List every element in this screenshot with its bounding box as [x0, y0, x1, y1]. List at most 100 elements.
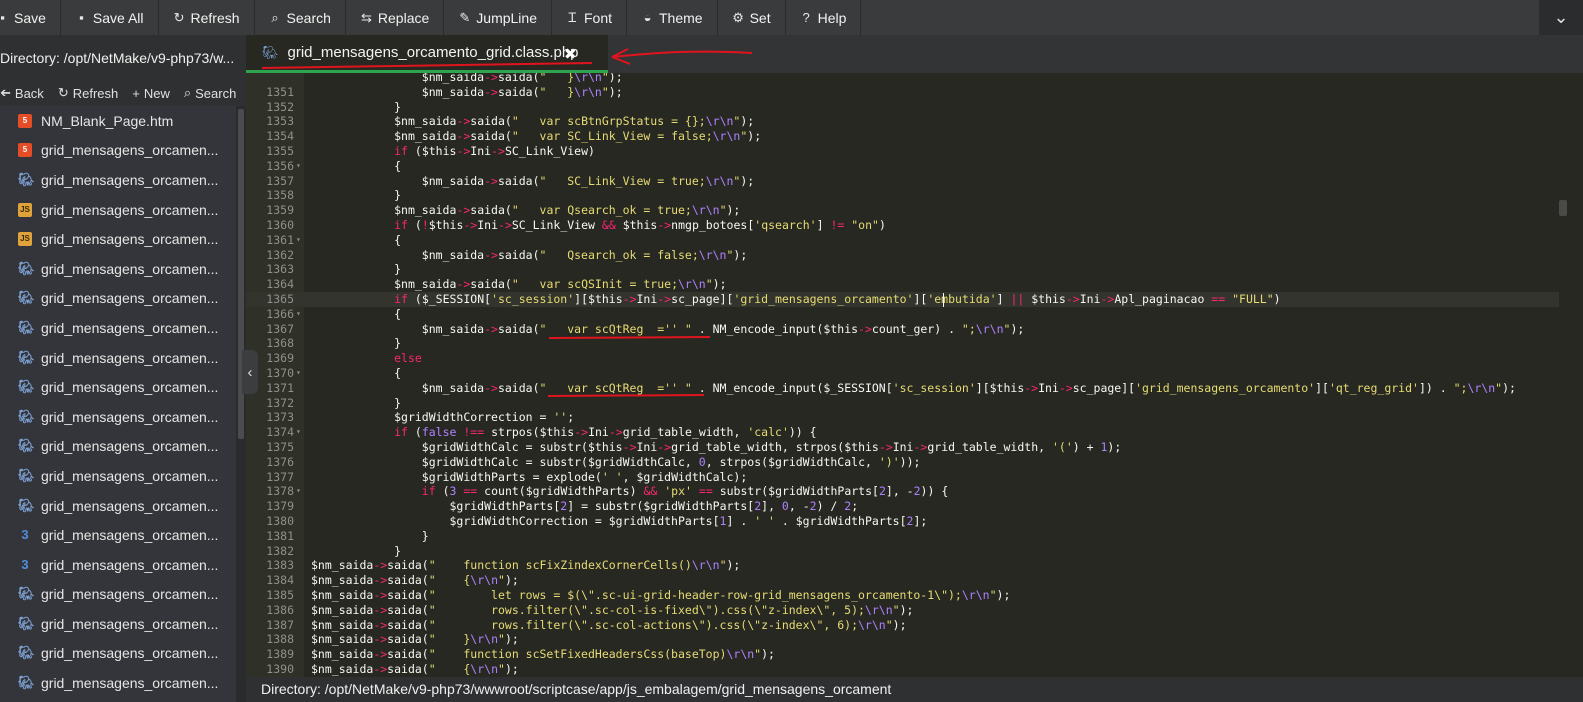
code-line[interactable]: 1364 $nm_saida->saida(" var scQSInit = t… — [246, 277, 1559, 292]
file-list-item[interactable]: JS grid_mensagens_orcamen... — [0, 195, 236, 225]
code-line[interactable]: 1389 $nm_saida->saida(" function scSetFix… — [246, 647, 1559, 662]
file-list-item[interactable]: 🐘︎ grid_mensagens_orcamen... — [0, 609, 236, 639]
file-name: grid_mensagens_orcamen... — [41, 142, 219, 159]
code-line[interactable]: 1372 } — [246, 396, 1559, 411]
editor-scrollbar-thumb[interactable] — [1559, 200, 1567, 216]
code-line[interactable]: 1383 $nm_saida->saida(" function scFixZin… — [246, 558, 1559, 573]
code-line[interactable]: 1373 $gridWidthCorrection = ''; — [246, 410, 1559, 425]
code-text: if ($_SESSION['sc_session'][$this->Ini->… — [394, 292, 1281, 306]
file-list-item[interactable]: 🐘︎ grid_mensagens_orcamen... — [0, 254, 236, 284]
code-line[interactable]: 1379 $gridWidthParts[2] = substr($gridWi… — [246, 499, 1559, 514]
help-button[interactable]: ? Help — [786, 0, 862, 35]
sidebar-new-button[interactable]: + New — [132, 82, 170, 104]
code-text: $nm_saida->saida(" var Qsearch_ok = true… — [394, 203, 741, 218]
code-line[interactable]: 1353 $nm_saida->saida(" var scBtnGrpStat… — [246, 114, 1559, 129]
set-button[interactable]: ⚙ Set — [718, 0, 786, 35]
code-line[interactable]: 1361 ▾ { — [246, 233, 1559, 248]
line-number: 1377 — [266, 469, 294, 484]
file-list-item[interactable]: 🐘︎ grid_mensagens_orcamen... — [0, 668, 236, 698]
code-line[interactable]: 1386 $nm_saida->saida(" rows.filter(\".sc… — [246, 603, 1559, 618]
file-list-item[interactable]: 3 grid_mensagens_orcamen... — [0, 520, 236, 550]
code-line[interactable]: 1374 ▾ if (false !== strpos($this->Ini->g… — [246, 425, 1559, 440]
code-line[interactable]: 1377 $gridWidthParts = explode(' ', $gri… — [246, 470, 1559, 485]
code-line[interactable]: 1371 $nm_saida->saida(" var scQtReg ='' … — [246, 381, 1559, 396]
code-line[interactable]: 1367 $nm_saida->saida(" var scQtReg ='' … — [246, 322, 1559, 337]
code-line[interactable]: 1354 $nm_saida->saida(" var SC_Link_View… — [246, 129, 1559, 144]
toolbar-button-label: Save All — [92, 9, 144, 26]
code-line[interactable]: 1357 $nm_saida->saida(" SC_Link_View = t… — [246, 174, 1559, 189]
sidebar-back-button[interactable]: ➔ Back — [0, 82, 44, 104]
code-line[interactable]: 1380 $gridWidthCorrection = $gridWidthPa… — [246, 514, 1559, 529]
editor-scrollbar[interactable] — [1559, 73, 1583, 677]
fold-toggle-icon[interactable]: ▾ — [296, 159, 304, 174]
code-line[interactable]: 1355 if ($this->Ini->SC_Link_View) — [246, 144, 1559, 159]
code-line[interactable]: 1376 $gridWidthCalc = substr($gridWidthC… — [246, 455, 1559, 470]
fold-toggle-icon[interactable]: ▾ — [296, 425, 304, 440]
code-line[interactable]: 1387 $nm_saida->saida(" rows.filter(\".sc… — [246, 618, 1559, 633]
code-text: $gridWidthCorrection = $gridWidthParts[1… — [449, 514, 928, 528]
arrow-left-icon: ➔ — [0, 85, 11, 100]
font-button[interactable]: Ꮖ Font — [552, 0, 627, 35]
file-list-item[interactable]: 🐘︎ grid_mensagens_orcamen... — [0, 432, 236, 462]
file-list-item[interactable]: 5 grid_mensagens_orcamen... — [0, 136, 236, 166]
fold-toggle-icon[interactable]: ▾ — [296, 307, 304, 322]
code-line[interactable]: 1378 ▾ if (3 == count($gridWidthParts) &&… — [246, 484, 1559, 499]
line-number: 1359 — [266, 203, 294, 218]
code-line[interactable]: 1358 } — [246, 188, 1559, 203]
theme-button[interactable]: ◒ Theme — [627, 0, 718, 35]
replace-button[interactable]: ⇆ Replace — [346, 0, 445, 35]
code-line[interactable]: 1362 $nm_saida->saida(" Qsearch_ok = fal… — [246, 248, 1559, 263]
fold-toggle-icon[interactable]: ▾ — [296, 366, 304, 381]
fold-toggle-icon[interactable]: ▾ — [296, 484, 304, 499]
code-line[interactable]: 1365 if ($_SESSION['sc_session'][$this->… — [246, 292, 1559, 307]
collapse-toolbar-button[interactable]: ⌄ — [1539, 0, 1583, 35]
file-list-item[interactable]: 🐘︎ grid_mensagens_orcamen... — [0, 165, 236, 195]
code-line[interactable]: 1390 $nm_saida->saida(" {\r\n"); — [246, 662, 1559, 677]
code-line[interactable]: 1363 } — [246, 262, 1559, 277]
save-button[interactable]: ▪ Save — [0, 0, 61, 35]
save-all-button[interactable]: ▪ Save All — [61, 0, 159, 35]
code-line[interactable]: 1360 if (!$this->Ini->SC_Link_View && $t… — [246, 218, 1559, 233]
code-editor[interactable]: $nm_saida->saida(" }\r\n"); 1351 $nm_said… — [246, 73, 1583, 677]
code-line[interactable]: 1385 $nm_saida->saida(" let rows = $(\".s… — [246, 588, 1559, 603]
code-line[interactable]: $nm_saida->saida(" }\r\n"); — [246, 73, 1559, 85]
line-number: 1351 — [266, 84, 294, 99]
search-button[interactable]: ⌕ Search — [255, 0, 346, 35]
file-list-item[interactable]: 🐘︎ grid_mensagens_orcamen... — [0, 491, 236, 521]
code-line[interactable]: 1366 ▾ { — [246, 307, 1559, 322]
tab-grid-class-php[interactable]: 🐘︎ grid_mensagens_orcamento_grid.class.p… — [246, 35, 608, 73]
sidebar-toggle-button[interactable]: ‹ — [242, 350, 258, 394]
file-list-item[interactable]: JS grid_mensagens_orcamen... — [0, 224, 236, 254]
file-list-item[interactable]: 🐘︎ grid_mensagens_orcamen... — [0, 402, 236, 432]
code-line[interactable]: 1375 $gridWidthCalc = substr($this->Ini-… — [246, 440, 1559, 455]
code-line[interactable]: 1352 } — [246, 100, 1559, 115]
file-list-item[interactable]: 3 grid_mensagens_orcamen... — [0, 550, 236, 580]
code-line[interactable]: 1368 } — [246, 336, 1559, 351]
close-tab-icon[interactable]: ✖ — [564, 45, 577, 63]
sidebar-search-button[interactable]: ⌕ Search — [184, 82, 236, 104]
file-list-item[interactable]: 🐘︎ grid_mensagens_orcamen... — [0, 639, 236, 669]
refresh-button[interactable]: ↻ Refresh — [159, 0, 255, 35]
code-line[interactable]: 1369 else — [246, 351, 1559, 366]
sidebar-refresh-button[interactable]: ↻ Refresh — [58, 82, 118, 104]
code-line[interactable]: 1351 $nm_saida->saida(" }\r\n"); — [246, 85, 1559, 100]
code-line[interactable]: 1384 $nm_saida->saida(" {\r\n"); — [246, 573, 1559, 588]
fold-toggle-icon[interactable]: ▾ — [296, 233, 304, 248]
code-line[interactable]: 1388 $nm_saida->saida(" }\r\n"); — [246, 632, 1559, 647]
file-list-item[interactable]: 🐘︎ grid_mensagens_orcamen... — [0, 313, 236, 343]
file-list-item[interactable]: 🐘︎ grid_mensagens_orcamen... — [0, 580, 236, 610]
code-line[interactable]: 1370 ▾ { — [246, 366, 1559, 381]
code-line[interactable]: 1356 ▾ { — [246, 159, 1559, 174]
code-line[interactable]: 1381 } — [246, 529, 1559, 544]
jumpline-button[interactable]: ✎ JumpLine — [444, 0, 552, 35]
code-lines[interactable]: $nm_saida->saida(" }\r\n"); 1351 $nm_said… — [246, 73, 1559, 677]
file-list-item[interactable]: 🐘︎ grid_mensagens_orcamen... — [0, 461, 236, 491]
file-list-item[interactable]: 🐘︎ grid_mensagens_orcamen... — [0, 284, 236, 314]
file-list-item[interactable]: 🐘︎ grid_mensagens_orcamen... — [0, 372, 236, 402]
code-line[interactable]: 1359 $nm_saida->saida(" var Qsearch_ok =… — [246, 203, 1559, 218]
file-list-item[interactable]: 🐘︎ grid_mensagens_orcamen... — [0, 343, 236, 373]
code-line[interactable]: 1382 } — [246, 544, 1559, 559]
line-number: 1381 — [266, 528, 294, 543]
line-number: 1352 — [266, 99, 294, 114]
file-list-item[interactable]: 5 NM_Blank_Page.htm — [0, 106, 236, 136]
